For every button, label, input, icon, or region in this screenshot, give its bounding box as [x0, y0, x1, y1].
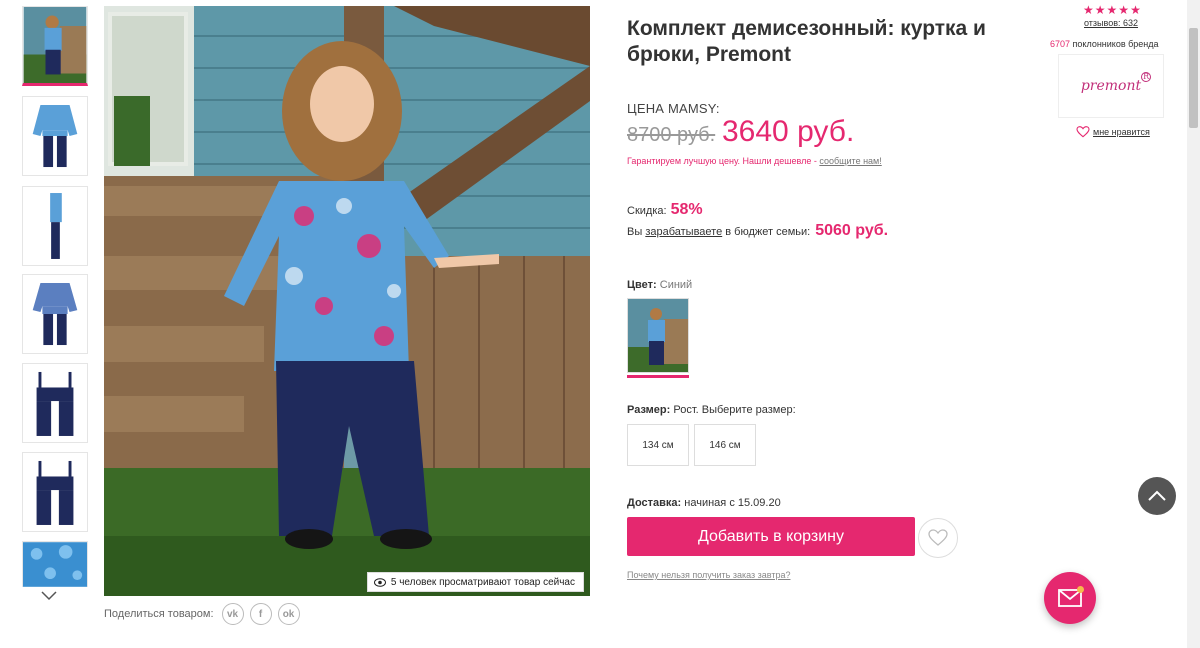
size-hint: Рост. Выберите размер: — [673, 404, 796, 416]
facebook-icon[interactable]: f — [249, 603, 272, 625]
color-value: Синий — [659, 279, 693, 291]
like-brand-button[interactable]: мне нравится — [1076, 126, 1150, 138]
brand-fans: 6707 поклонников бренда — [1050, 39, 1159, 49]
viewers-badge: 5 человек просматривают товар сейчас — [366, 572, 584, 592]
reviews-link[interactable]: отзывов: 632 — [1084, 18, 1138, 28]
price-guarantee: Гарантируем лучшую цену. Нашли дешевле -… — [627, 156, 882, 166]
chevron-up-icon — [1148, 490, 1166, 501]
star-icon: ★ — [1083, 3, 1094, 17]
fans-count: 6707 — [1050, 39, 1071, 49]
star-icon: ★ — [1094, 3, 1106, 17]
scroll-to-top-button[interactable] — [1138, 477, 1176, 515]
size-option-146[interactable]: 146 см — [694, 424, 756, 466]
swatch-photo — [628, 299, 688, 372]
size-option-134[interactable]: 134 см — [627, 424, 689, 466]
thumbnail-4[interactable] — [22, 274, 88, 354]
chat-button[interactable] — [1044, 572, 1096, 624]
share-label: Поделиться товаром: — [104, 608, 214, 620]
thumbnail-3[interactable] — [22, 186, 88, 266]
thumbnail-photo-fabric — [23, 542, 87, 587]
price-label: ЦЕНА MAMSY: — [627, 101, 720, 116]
discount-value: 58% — [670, 201, 703, 218]
thumbnail-5[interactable] — [22, 363, 88, 443]
notification-dot — [1077, 586, 1084, 593]
add-to-cart-button[interactable]: Добавить в корзину — [627, 517, 915, 556]
star-icon: ★ — [1106, 3, 1118, 17]
swatch-selected-indicator — [627, 375, 689, 378]
earn-suffix: в бюджет семьи: — [725, 226, 811, 238]
like-text: мне нравится — [1093, 127, 1150, 137]
current-price: 3640 руб. — [722, 115, 855, 148]
earn-value: 5060 руб. — [815, 222, 889, 239]
star-icon: ★ — [1118, 3, 1130, 17]
thumbnail-photo-girl — [23, 7, 87, 83]
eye-icon — [373, 577, 386, 587]
swatch-image — [627, 298, 689, 373]
chevron-down-icon[interactable] — [38, 588, 60, 604]
heart-icon — [1076, 126, 1090, 138]
vk-icon[interactable]: vk — [221, 603, 244, 625]
color-label: Цвет: Синий — [627, 279, 692, 291]
size-label: Размер: Рост. Выберите размер: — [627, 404, 796, 416]
main-product-image[interactable]: 5 человек просматривают товар сейчас — [104, 6, 590, 596]
brand-logo[interactable]: premont R — [1058, 54, 1164, 118]
thumbnail-photo-back — [23, 275, 87, 353]
thumbnail-photo-pants — [23, 364, 87, 442]
thumbnail-1[interactable] — [22, 6, 88, 86]
report-cheaper-link[interactable]: сообщите нам! — [819, 156, 881, 166]
size-label-title: Размер: — [627, 404, 671, 416]
why-not-tomorrow-link[interactable]: Почему нельзя получить заказ завтра? — [627, 570, 791, 580]
guarantee-text: Гарантируем лучшую цену. Нашли дешевле - — [627, 156, 820, 166]
thumbnail-photo-suit — [23, 97, 87, 175]
delivery-label: Доставка: — [627, 497, 682, 509]
family-budget-earning: Вы зарабатываете в бюджет семьи: 5060 руб… — [627, 222, 888, 240]
color-swatch-blue[interactable] — [627, 298, 689, 378]
odnoklassniki-icon[interactable]: ok — [277, 603, 300, 625]
discount: Скидка: 58% — [627, 201, 703, 219]
color-label-title: Цвет: — [627, 279, 657, 291]
add-to-favorites-button[interactable] — [918, 518, 958, 558]
earn-link[interactable]: зарабатываете — [645, 226, 722, 238]
old-price: 8700 руб. — [627, 124, 716, 146]
thumbnail-photo-side — [23, 187, 87, 265]
discount-label: Скидка: — [627, 205, 667, 217]
thumbnail-2[interactable] — [22, 96, 88, 176]
delivery-value: начиная с 15.09.20 — [684, 497, 781, 509]
star-icon: ★ — [1130, 3, 1141, 17]
thumbnail-7[interactable] — [22, 541, 88, 587]
fans-text: поклонников бренда — [1072, 39, 1159, 49]
share-bar: Поделиться товаром: vk f ok — [104, 603, 300, 625]
thumbnail-6[interactable] — [22, 452, 88, 532]
page-scrollbar[interactable] — [1187, 0, 1200, 648]
product-photo — [104, 6, 590, 596]
heart-icon — [928, 529, 948, 546]
scrollbar-thumb[interactable] — [1189, 28, 1198, 128]
product-title: Комплект демисезонный: куртка и брюки, P… — [627, 17, 986, 66]
brand-logo-text: premont R — [1080, 72, 1152, 94]
earn-prefix: Вы — [627, 226, 643, 238]
delivery-info: Доставка: начиная с 15.09.20 — [627, 497, 781, 509]
thumbnail-photo-pants-back — [23, 453, 87, 531]
rating-stars: ★ ★ ★ ★ ★ — [1083, 4, 1141, 16]
viewers-text: 5 человек просматривают товар сейчас — [390, 576, 575, 588]
